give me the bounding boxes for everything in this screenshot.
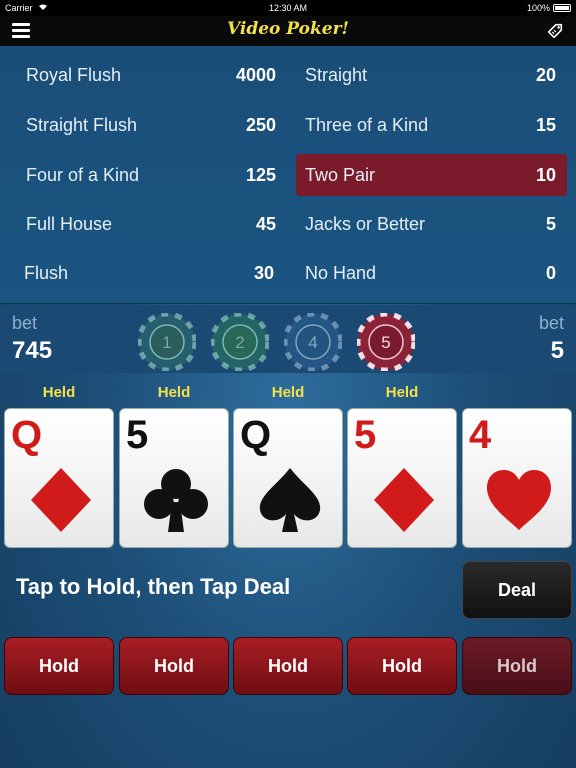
paytable-hand-name: Full House (26, 214, 113, 234)
hold-button-5[interactable]: Hold (462, 637, 572, 695)
bet-section: bet 745 1 2 4 5 bet 5 (0, 305, 576, 373)
hold-button-1[interactable]: Hold (4, 637, 114, 695)
paytable-hand-name: Four of a Kind (26, 165, 140, 185)
paytable-row-straight-flush: Straight Flush 250 (26, 104, 276, 146)
paytable-row-four-of-a-kind: Four of a Kind 125 (26, 154, 276, 196)
paytable-hand-value: 125 (245, 165, 276, 185)
paytable-hand-name: Royal Flush (26, 65, 122, 85)
credits-label: bet (12, 313, 38, 333)
paytable-hand-name: Flush (24, 263, 69, 283)
credits-value: 745 (12, 337, 53, 364)
card-five-of-diamonds[interactable]: 5 (347, 408, 457, 548)
paytable-hand-name: Straight (305, 65, 368, 85)
status-time: 12:30 AM (268, 3, 308, 13)
paytable-row-flush: Flush 30 (24, 252, 274, 294)
held-label-2: Held (157, 384, 191, 401)
paytable-hand-value: 10 (535, 165, 556, 185)
club-suit-icon (144, 469, 208, 532)
heart-suit-icon (487, 470, 551, 530)
card-four-of-hearts[interactable]: 4 (462, 408, 572, 548)
tag-icon[interactable] (546, 22, 564, 40)
paytable-row-full-house: Full House 45 (26, 203, 276, 245)
paytable-row-no-hand: No Hand 0 (305, 252, 556, 294)
battery-percent: 100% (526, 3, 550, 13)
paytable-row-three-of-a-kind: Three of a Kind 15 (305, 104, 556, 146)
paytable-hand-name: Two Pair (305, 165, 376, 185)
paytable-row-jacks-or-better: Jacks or Better 5 (305, 203, 556, 245)
paytable-row-two-pair: Two Pair 10 (305, 154, 556, 196)
status-bar: Carrier 12:30 AM 100% (0, 0, 576, 16)
card-rank: 5 (354, 413, 377, 457)
instructions-text: Tap to Hold, then Tap Deal (16, 574, 291, 599)
diamond-suit-icon (374, 468, 434, 532)
hold-button-3[interactable]: Hold (233, 637, 343, 695)
held-label-1: Held (42, 384, 76, 401)
chip-4-button[interactable]: 4 (284, 313, 342, 371)
paytable-hand-value: 4000 (235, 65, 276, 85)
app-title: Video Poker! (227, 19, 349, 39)
paytable-hand-value: 20 (535, 65, 556, 85)
diamond-suit-icon (31, 468, 91, 532)
card-queen-of-diamonds[interactable]: Q (4, 408, 114, 548)
paytable-hand-name: Jacks or Better (305, 214, 426, 234)
chip-label: 2 (235, 333, 244, 352)
paytable-hand-name: No Hand (305, 263, 377, 283)
paytable-hand-value: 5 (545, 214, 556, 234)
chip-label: 1 (162, 333, 171, 352)
paytable-hand-value: 30 (253, 263, 274, 283)
chip-1-button[interactable]: 1 (138, 313, 196, 371)
deal-button[interactable]: Deal (462, 561, 572, 619)
card-rank: 5 (126, 413, 149, 457)
chip-2-button[interactable]: 2 (211, 313, 269, 371)
chip-label: 5 (381, 333, 390, 352)
paytable-hand-value: 45 (255, 214, 276, 234)
hold-button-2[interactable]: Hold (119, 637, 229, 695)
paytable-hand-value: 15 (535, 115, 556, 135)
paytable-hand-value: 0 (545, 263, 556, 283)
paytable-hand-value: 250 (245, 115, 276, 135)
card-rank: Q (11, 413, 43, 457)
paytable-hand-name: Straight Flush (26, 115, 138, 135)
hold-button-4[interactable]: Hold (347, 637, 457, 695)
bet-label: bet (538, 313, 564, 333)
nav-bar: Video Poker! (0, 16, 576, 46)
paytable-row-royal-flush: Royal Flush 4000 (26, 54, 276, 96)
paytable-row-straight: Straight 20 (305, 54, 556, 96)
spade-suit-icon (259, 468, 321, 532)
card-five-of-clubs[interactable]: 5 (119, 408, 229, 548)
paytable: Royal Flush 4000 Straight Flush 250 Four… (0, 46, 576, 304)
chip-5-button[interactable]: 5 (357, 313, 415, 371)
bet-value: 5 (550, 337, 564, 364)
battery-icon (553, 4, 571, 12)
card-rank: 4 (469, 413, 492, 457)
held-label-3: Held (271, 384, 305, 401)
card-rank: Q (240, 413, 272, 457)
chip-label: 4 (308, 333, 317, 352)
card-queen-of-spades[interactable]: Q (233, 408, 343, 548)
held-label-4: Held (385, 384, 419, 401)
paytable-hand-name: Three of a Kind (305, 115, 429, 135)
